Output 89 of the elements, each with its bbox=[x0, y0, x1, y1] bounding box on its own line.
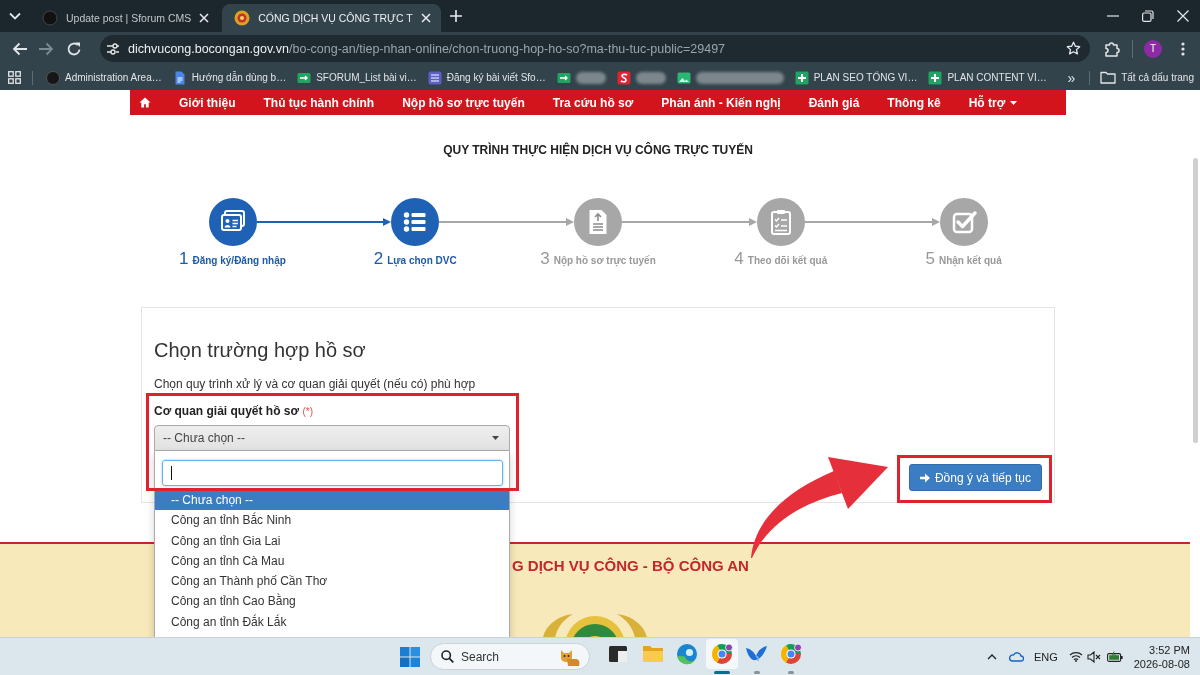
required-mark: (*) bbox=[302, 406, 313, 417]
step-label: Đăng ký/Đăng nhập bbox=[192, 254, 286, 269]
chevron-down-icon[interactable] bbox=[9, 12, 21, 20]
browser-tab[interactable]: CỔNG DỊCH VỤ CÔNG TRỰC T bbox=[222, 4, 441, 32]
dropdown-option[interactable]: Công an tỉnh Đắk Lắk bbox=[155, 611, 509, 633]
dropdown-option[interactable]: Công an tỉnh Cao Bằng bbox=[155, 591, 509, 612]
reload-icon[interactable] bbox=[66, 40, 82, 57]
nav-link[interactable]: Thông kê bbox=[887, 95, 941, 110]
step-label: Nộp hồ sơ trực tuyến bbox=[553, 254, 656, 269]
dropdown-option[interactable]: Công an tỉnh Gia Lai bbox=[155, 530, 509, 551]
nav-link[interactable]: Phản ánh - Kiến nghị bbox=[661, 95, 781, 110]
bookmarks-overflow-button[interactable]: » bbox=[1063, 69, 1080, 86]
circle-icon bbox=[46, 70, 60, 85]
nav-link[interactable]: Tra cứu hồ sơ bbox=[552, 95, 634, 110]
browser-tab[interactable]: Update post | Sforum CMS bbox=[30, 4, 220, 32]
spreadsheet-icon bbox=[928, 70, 943, 85]
arrow-right-icon bbox=[919, 472, 930, 483]
step-number: 3 bbox=[540, 249, 550, 269]
dropdown-option[interactable]: Công an tỉnh Bắc Ninh bbox=[155, 510, 509, 531]
form-description: Chọn quy trình xử lý và cơ quan giải quyết (nếu có) phù hợp bbox=[154, 377, 477, 391]
footer-title: G DỊCH VỤ CÔNG - BỘ CÔNG AN bbox=[512, 557, 749, 575]
step-label: Lựa chọn DVC bbox=[387, 254, 457, 269]
caret-icon bbox=[492, 436, 499, 440]
bookmark-item[interactable]: SFORUM_List bài vi… bbox=[293, 66, 421, 89]
step-number: 5 bbox=[925, 249, 935, 269]
logo-tile-icon bbox=[616, 70, 631, 85]
language-indicator[interactable]: ENG bbox=[1033, 650, 1058, 663]
plus-icon[interactable] bbox=[449, 10, 462, 22]
muted-speaker-icon[interactable] bbox=[1086, 650, 1101, 663]
all-bookmarks-button[interactable]: Tất cả dấu trang bbox=[1096, 66, 1198, 89]
bookmark-item[interactable]: Administration Area… bbox=[42, 66, 166, 89]
favicon-icon bbox=[42, 10, 58, 26]
wifi-icon[interactable] bbox=[1068, 651, 1083, 662]
blurred-text-block bbox=[635, 71, 666, 84]
field-label: Cơ quan giải quyết hồ sơ bbox=[154, 404, 300, 418]
spreadsheet-icon bbox=[794, 70, 809, 85]
nav-link[interactable]: Thủ tục hành chính bbox=[263, 95, 375, 110]
menu-icon[interactable] bbox=[1181, 41, 1185, 56]
bookmark-item[interactable]: Đăng ký bài viết Sfo… bbox=[423, 66, 550, 89]
grid-tile-icon bbox=[427, 70, 442, 85]
home-icon[interactable] bbox=[139, 97, 151, 108]
nav-link[interactable]: Nộp hồ sơ trực tuyến bbox=[402, 95, 525, 110]
profile-avatar[interactable]: T bbox=[1144, 39, 1162, 58]
continue-button[interactable]: Đồng ý và tiếp tục bbox=[908, 464, 1042, 491]
nav-link[interactable]: Giới thiệu bbox=[179, 95, 236, 110]
close-icon[interactable] bbox=[420, 13, 431, 23]
bookmark-item[interactable]: Hướng dẫn dùng b… bbox=[168, 66, 291, 89]
cursor-icon bbox=[171, 466, 172, 480]
address-bar[interactable]: dichvucong.bocongan.gov.vn/bo-cong-an/tiep-nhan-online/chon-truong-hop-ho-so?ma-thu-tuc-public=29497 bbox=[100, 35, 1090, 62]
scrollbar-thumb[interactable] bbox=[1192, 158, 1198, 443]
search-box[interactable]: Search bbox=[430, 643, 590, 670]
blurred-text-block bbox=[575, 71, 606, 84]
dropdown-option[interactable]: Công an Thành phố Cần Thơ bbox=[155, 571, 509, 592]
emblem-icon bbox=[234, 10, 251, 26]
bookmark-item[interactable]: PLAN CONTENT VI… bbox=[924, 66, 1051, 89]
cloud-icon[interactable] bbox=[1007, 651, 1024, 662]
clock-time[interactable]: 3:52 PM bbox=[1149, 642, 1190, 657]
step-number: 4 bbox=[734, 249, 744, 269]
image-icon bbox=[676, 70, 691, 85]
step-number: 1 bbox=[179, 249, 189, 269]
search-icon bbox=[441, 650, 454, 663]
back-arrow-icon[interactable] bbox=[12, 40, 28, 57]
step-label: Theo dõi kết quả bbox=[747, 254, 828, 268]
close-icon[interactable] bbox=[1177, 10, 1189, 22]
search-field[interactable] bbox=[162, 460, 503, 486]
star-icon[interactable] bbox=[1066, 41, 1081, 56]
step-label: Nhận kết quả bbox=[938, 254, 1002, 269]
dropdown-option[interactable]: Công an tỉnh Cà Mau bbox=[155, 550, 509, 572]
nav-link[interactable]: Hỗ trợ bbox=[968, 95, 1018, 110]
bookmark-item[interactable]: PLAN SEO TỔNG VI… bbox=[790, 66, 922, 89]
browser-ring-icon[interactable] bbox=[706, 639, 739, 669]
process-title: QUY TRÌNH THỰC HIỆN DỊCH VỤ CÔNG TRỰC TUYẾN bbox=[442, 143, 754, 157]
caret-up-icon[interactable] bbox=[986, 653, 997, 660]
forward-arrow-icon[interactable] bbox=[38, 40, 54, 57]
form-heading: Chọn trường hợp hồ sơ bbox=[154, 338, 367, 362]
apps-grid-icon[interactable] bbox=[8, 71, 21, 84]
battery-icon[interactable] bbox=[1106, 651, 1123, 662]
restore-icon[interactable] bbox=[1142, 10, 1154, 22]
caret-icon bbox=[1010, 100, 1018, 105]
clock-date[interactable]: 2026-08-08 bbox=[1133, 656, 1190, 671]
start-icon[interactable] bbox=[400, 646, 420, 667]
folder-icon bbox=[1100, 71, 1117, 84]
select-field[interactable]: -- Chưa chọn -- bbox=[154, 425, 510, 451]
close-icon[interactable] bbox=[199, 13, 210, 23]
site-settings-icon[interactable] bbox=[106, 41, 120, 56]
puzzle-icon[interactable] bbox=[1104, 40, 1120, 57]
dropdown-option[interactable]: -- Chưa chọn -- bbox=[155, 490, 509, 511]
step-number: 2 bbox=[373, 249, 384, 269]
nav-link[interactable]: Đánh giá bbox=[808, 95, 860, 110]
